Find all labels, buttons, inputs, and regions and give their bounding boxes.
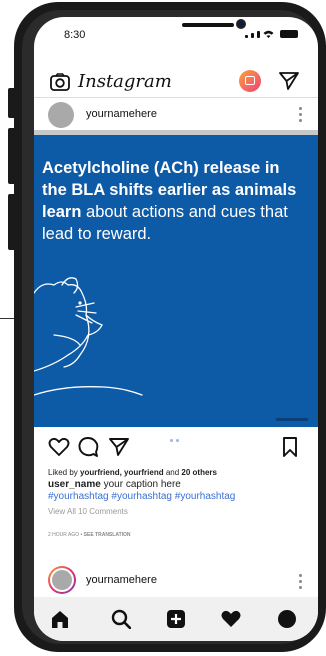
post-image-text: Acetylcholine (ACh) release in the BLA s…	[42, 157, 304, 245]
signal-bar	[257, 31, 260, 38]
comment-icon[interactable]	[78, 437, 99, 457]
caption-text: your caption here	[100, 479, 181, 490]
post-caption: user_name your caption here #yourhashtag…	[48, 479, 310, 503]
mute-switch	[8, 88, 14, 118]
signal-bar	[251, 33, 254, 38]
see-translation-link[interactable]: SEE TRANSLATION	[84, 532, 131, 538]
add-icon[interactable]	[166, 609, 186, 629]
rat-illustration	[34, 277, 143, 396]
share-icon[interactable]	[108, 437, 130, 457]
liker-link[interactable]: yourfriend	[80, 468, 120, 477]
signal-icon	[245, 35, 248, 38]
caption-username[interactable]: user_name	[48, 479, 101, 490]
volume-up-button	[8, 128, 14, 184]
activity-heart-icon[interactable]	[220, 609, 242, 629]
time-ago: 2 HOUR AGO	[48, 532, 80, 538]
carousel-dots	[170, 439, 179, 442]
liker-link[interactable]: yourfriend	[124, 468, 164, 477]
status-bar: 8:30	[34, 17, 318, 57]
search-icon[interactable]	[111, 609, 131, 629]
profile-icon[interactable]	[277, 609, 297, 629]
post-timestamp: 2 HOUR AGO • SEE TRANSLATION	[48, 532, 310, 538]
app-header: Instagram	[34, 61, 318, 97]
send-icon[interactable]	[278, 71, 300, 91]
more-options-icon[interactable]	[299, 574, 302, 589]
status-icons	[245, 30, 298, 38]
image-scroll-indicator	[276, 418, 308, 421]
view-comments-link[interactable]: View All 10 Comments	[48, 507, 310, 516]
battery-icon	[280, 30, 298, 38]
post-header-2: yournamehere	[34, 562, 318, 596]
wifi-icon	[263, 30, 274, 38]
status-time: 8:30	[64, 29, 86, 41]
more-options-icon[interactable]	[299, 107, 302, 122]
phone-screen: 8:30 Instagram yournamehere Acetylcholin…	[34, 17, 318, 641]
story-avatar[interactable]	[48, 566, 76, 594]
igtv-icon[interactable]	[239, 70, 261, 92]
post-username-2[interactable]: yournamehere	[86, 574, 157, 586]
post-username[interactable]: yournamehere	[86, 108, 157, 120]
post-actions	[34, 431, 318, 465]
bookmark-icon[interactable]	[282, 437, 298, 457]
volume-down-button	[8, 194, 14, 250]
likes-count[interactable]: 20 others	[181, 468, 217, 477]
avatar[interactable]	[48, 102, 74, 128]
hashtags[interactable]: #yourhashtag #yourhashtag #yourhashtag	[48, 491, 235, 502]
camera-icon[interactable]	[50, 73, 70, 91]
front-camera	[236, 19, 246, 29]
speaker-notch	[182, 23, 234, 27]
heart-icon[interactable]	[48, 437, 70, 457]
home-icon[interactable]	[50, 609, 70, 629]
likes-prefix: Liked by	[48, 468, 81, 477]
post-image[interactable]: Acetylcholine (ACh) release in the BLA s…	[34, 135, 318, 427]
post-header: yournamehere	[34, 97, 318, 133]
likes-text: Liked by yourfriend, yourfriend and 20 o…	[48, 468, 310, 477]
bottom-nav	[34, 597, 318, 641]
likes-and: and	[163, 468, 182, 477]
app-logo: Instagram	[78, 71, 172, 92]
